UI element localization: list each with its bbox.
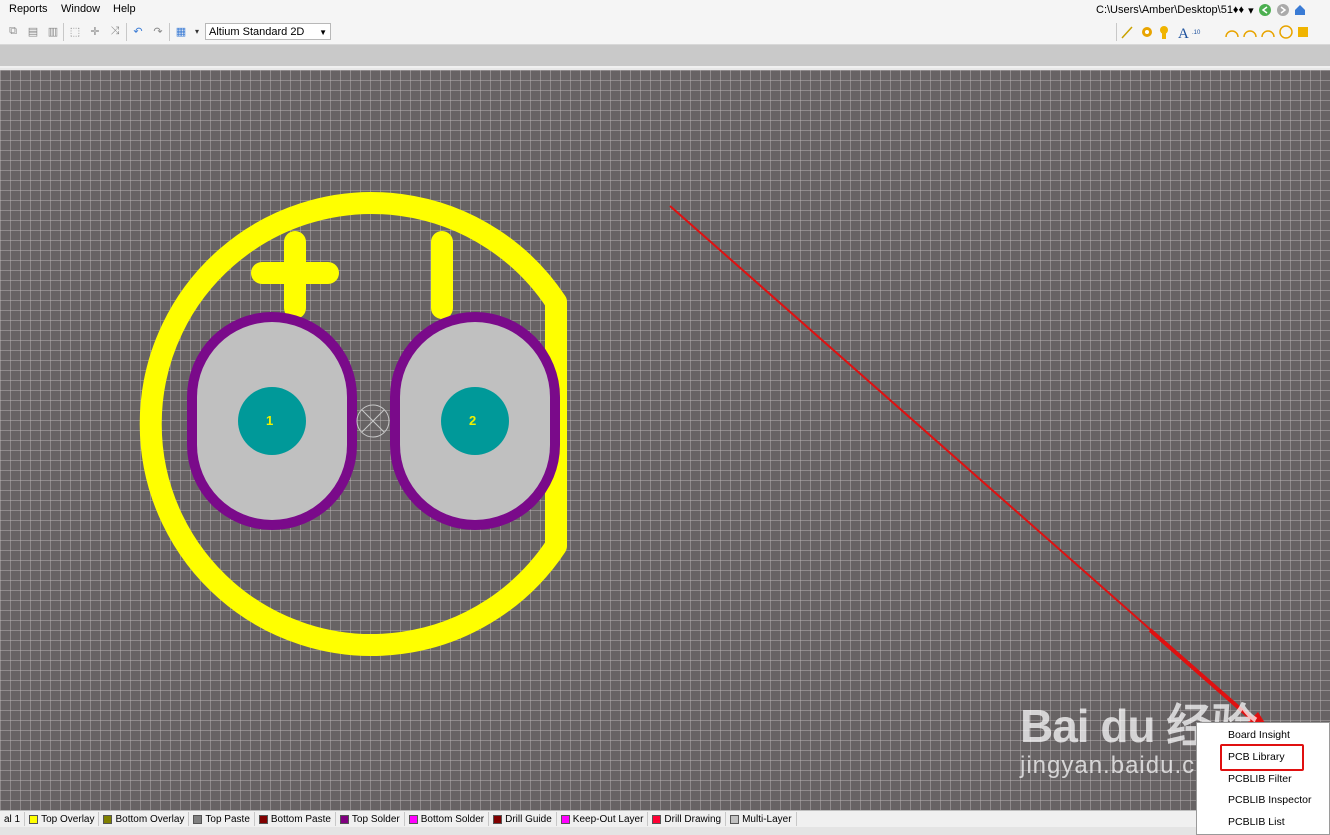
highlight-box bbox=[1220, 744, 1304, 771]
redo-icon[interactable]: ↷ bbox=[151, 24, 165, 38]
forward-nav-icon[interactable] bbox=[1276, 3, 1290, 17]
layer-tab-label: Bottom Paste bbox=[270, 813, 331, 825]
layer-tab[interactable]: Bottom Solder bbox=[405, 812, 490, 826]
move-icon[interactable]: ✛ bbox=[88, 24, 102, 38]
menu-item-pcblib-filter[interactable]: PCBLIB Filter bbox=[1228, 773, 1292, 785]
placement-toolbar: A .10 bbox=[1121, 25, 1308, 40]
grid-icon[interactable]: ▦ bbox=[174, 24, 188, 38]
menu-item-pcblib-list[interactable]: PCBLIB List bbox=[1228, 816, 1285, 828]
deselect-icon[interactable]: ⤨ bbox=[108, 24, 122, 38]
select-area-icon[interactable]: ⬚ bbox=[68, 24, 82, 38]
menu-item-board-insight[interactable]: Board Insight bbox=[1228, 729, 1290, 741]
paste-icon[interactable]: ▤ bbox=[26, 24, 40, 38]
copy-icon[interactable]: ⧉ bbox=[6, 24, 20, 38]
status-bar bbox=[0, 827, 1330, 835]
layer-tab[interactable]: Top Solder bbox=[336, 812, 405, 826]
document-bar bbox=[0, 45, 1330, 66]
layer-tab[interactable]: Drill Drawing bbox=[648, 812, 727, 826]
toolbar-separator bbox=[126, 23, 127, 41]
annotation-arrow bbox=[669, 205, 1276, 740]
layer-tab[interactable]: Keep-Out Layer bbox=[557, 812, 649, 826]
menu-item-pcblib-inspector[interactable]: PCBLIB Inspector bbox=[1228, 794, 1311, 806]
chevron-down-icon: ▼ bbox=[319, 28, 327, 37]
layer-tab-label: Top Overlay bbox=[41, 813, 95, 825]
layer-color-swatch bbox=[193, 814, 203, 824]
rubber-stamp-icon[interactable]: ▥ bbox=[46, 24, 60, 38]
view-mode-value: Altium Standard 2D bbox=[209, 26, 305, 38]
fill-icon[interactable] bbox=[1298, 27, 1308, 37]
grid-dropdown-icon[interactable]: ▾ bbox=[190, 24, 204, 38]
layer-tab[interactable]: al 1 bbox=[0, 812, 26, 826]
menu-reports[interactable]: Reports bbox=[9, 3, 48, 15]
toolbar-separator bbox=[63, 23, 64, 41]
layer-tab[interactable]: Top Paste bbox=[189, 812, 255, 826]
arc-any-icon[interactable] bbox=[1261, 30, 1275, 38]
full-circle-icon[interactable] bbox=[1279, 25, 1293, 39]
place-string-icon[interactable]: A bbox=[1178, 26, 1189, 40]
place-via-icon[interactable] bbox=[1160, 26, 1168, 34]
layer-tab-label: Keep-Out Layer bbox=[572, 813, 644, 825]
layer-tab-label: Top Paste bbox=[205, 813, 250, 825]
undo-icon[interactable]: ↶ bbox=[131, 24, 145, 38]
layer-tab-label: Top Solder bbox=[351, 813, 400, 825]
layer-color-swatch bbox=[258, 814, 268, 824]
layer-tab[interactable]: Drill Guide bbox=[489, 812, 557, 826]
arc-edge-icon[interactable] bbox=[1243, 30, 1257, 38]
toolbar-separator bbox=[169, 23, 170, 41]
menu-window[interactable]: Window bbox=[61, 3, 100, 15]
document-path[interactable]: C:\Users\Amber\Desktop\51♦♦ ▾ bbox=[1096, 2, 1306, 18]
layer-tab-label: Drill Guide bbox=[505, 813, 552, 825]
layer-color-swatch bbox=[652, 814, 662, 824]
view-mode-select[interactable]: Altium Standard 2D ▼ bbox=[205, 23, 331, 40]
path-dropdown-icon[interactable]: ▾ bbox=[1248, 4, 1254, 17]
layer-tab[interactable]: Bottom Overlay bbox=[99, 812, 190, 826]
panels-popup-menu: Board Insight PCB Library PCBLIB Filter … bbox=[1196, 722, 1330, 835]
layer-color-swatch bbox=[339, 814, 349, 824]
layer-color-swatch bbox=[408, 814, 418, 824]
layer-color-swatch bbox=[29, 814, 39, 824]
toolbar-separator bbox=[1116, 23, 1117, 41]
layer-tab-label: Multi-Layer bbox=[742, 813, 792, 825]
arc-center-icon[interactable] bbox=[1225, 30, 1239, 38]
place-coordinate-icon[interactable]: .10 bbox=[1192, 30, 1201, 36]
layer-tab-label: al 1 bbox=[4, 813, 21, 825]
menu-help[interactable]: Help bbox=[113, 3, 136, 15]
document-path-text: C:\Users\Amber\Desktop\51♦♦ bbox=[1096, 4, 1245, 16]
layer-tab-label: Bottom Solder bbox=[420, 813, 485, 825]
toolbar: ⧉ ▤ ▥ ⬚ ✛ ⤨ ↶ ↷ ▦ ▾ Altium Standard 2D ▼… bbox=[0, 20, 1330, 45]
layer-tab[interactable]: Bottom Paste bbox=[255, 812, 336, 826]
menu-bar: Reports Window Help C:\Users\Amber\Deskt… bbox=[0, 0, 1330, 20]
pad-1-label: 1 bbox=[266, 413, 274, 428]
layer-tab-label: Drill Drawing bbox=[664, 813, 722, 825]
home-icon[interactable] bbox=[1294, 3, 1306, 17]
layer-color-swatch bbox=[730, 814, 740, 824]
layer-color-swatch bbox=[103, 814, 113, 824]
layer-tabs: al 1 Top Overlay Bottom Overlay Top Paste Bo… bbox=[0, 810, 1330, 827]
back-nav-icon[interactable] bbox=[1258, 3, 1272, 17]
place-line-icon[interactable] bbox=[1121, 26, 1133, 39]
pad-2-label: 2 bbox=[469, 413, 477, 428]
origin-marker bbox=[356, 404, 390, 438]
layer-color-swatch bbox=[493, 814, 503, 824]
layer-tab[interactable]: Multi-Layer bbox=[726, 812, 797, 826]
layer-tab-label: Bottom Overlay bbox=[115, 813, 185, 825]
layer-color-swatch bbox=[560, 814, 570, 824]
layer-tab[interactable]: Top Overlay bbox=[25, 812, 100, 826]
